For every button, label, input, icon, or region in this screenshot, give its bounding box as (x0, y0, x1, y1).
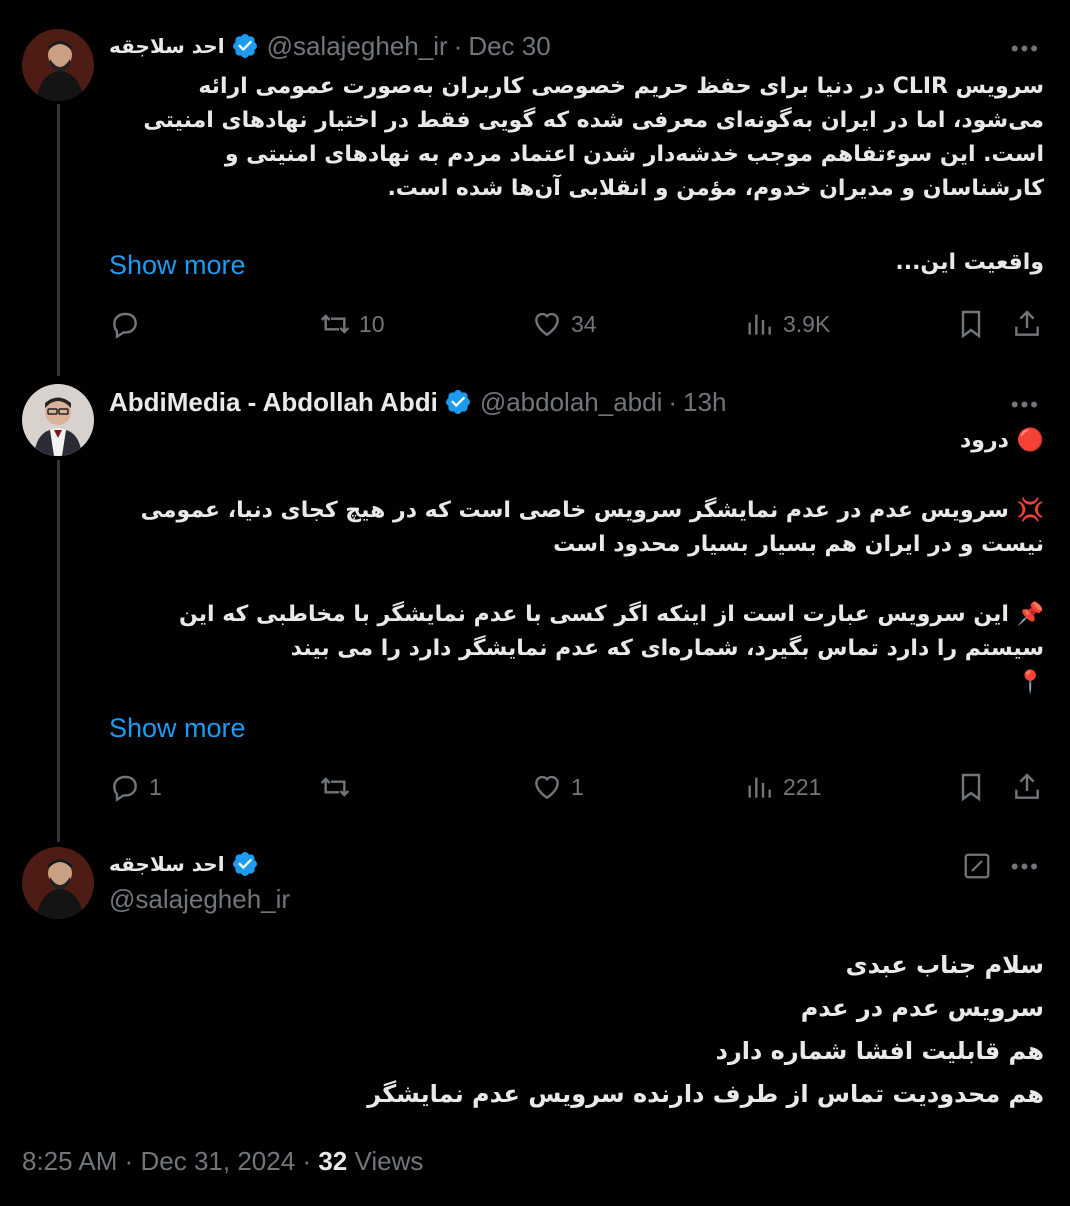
author-name[interactable]: AbdiMedia - Abdollah Abdi (109, 387, 438, 418)
retweet-icon (320, 314, 350, 334)
like-count: 34 (571, 310, 597, 337)
retweet-button[interactable]: 10 (319, 304, 385, 344)
bookmark-icon (961, 773, 981, 802)
bookmark-button[interactable] (955, 304, 987, 344)
tweet-text: سرویس CLIR در دنیا برای حفظ حریم خصوصی ک… (109, 70, 1044, 280)
tweet-text: 🔴 درود 💢 سرویس عدم در عدم نمایشگر سرویس … (109, 424, 1044, 700)
reply-button[interactable] (109, 304, 149, 344)
tweet-actions: 1 1 221 (109, 767, 1044, 807)
tweet-paragraph: سرویس CLIR در دنیا برای حفظ حریم خصوصی ک… (143, 74, 1044, 201)
tweet-line: هم محدودیت تماس از طرف دارنده سرویس عدم … (367, 1080, 1044, 1108)
author-handle[interactable]: @salajegheh_ir (109, 884, 290, 915)
bookmark-button[interactable] (955, 767, 987, 807)
tweet-2[interactable]: AbdiMedia - Abdollah Abdi @abdolah_abdi … (0, 360, 1070, 830)
retweet-button[interactable] (319, 767, 359, 807)
views-label: Views (354, 1146, 424, 1176)
verified-badge-icon (444, 388, 472, 416)
reply-button[interactable]: 1 (109, 767, 162, 807)
views-count: 3.9K (783, 310, 831, 337)
views-count: 221 (783, 773, 822, 800)
tweet-timestamp[interactable]: 8:25 AM · Dec 31, 2024 (22, 1146, 295, 1176)
separator-dot: · (302, 1146, 312, 1176)
like-button[interactable]: 1 (531, 767, 584, 807)
tweet-line: هم قابلیت افشا شماره دارد (715, 1037, 1044, 1065)
verified-badge-icon (231, 850, 259, 878)
share-icon (1015, 773, 1039, 799)
separator-dot: · (453, 30, 463, 61)
share-icon (1015, 310, 1039, 336)
author-handle[interactable]: @salajegheh_ir (267, 31, 448, 62)
views-button[interactable]: 3.9K (743, 304, 830, 344)
bookmark-icon (961, 310, 981, 339)
like-icon (535, 775, 559, 800)
tweet-paragraph: 📌 این سرویس عبارت است از اینکه اگر کسی ب… (178, 602, 1044, 661)
tweet-paragraph: 🔴 درود (960, 428, 1044, 453)
tweet-header: AbdiMedia - Abdollah Abdi @abdolah_abdi … (109, 384, 726, 420)
reply-icon (113, 312, 137, 339)
avatar[interactable] (22, 29, 94, 101)
views-icon (748, 314, 771, 335)
more-icon[interactable]: ••• (1011, 854, 1040, 880)
like-icon (535, 312, 559, 337)
retweet-icon (320, 777, 350, 797)
show-more-link[interactable]: Show more (109, 713, 246, 744)
share-button[interactable] (1011, 767, 1043, 807)
author-name[interactable]: احد سلاجقه (109, 34, 225, 58)
avatar[interactable] (22, 384, 94, 456)
tweet-1[interactable]: احد سلاجقه @salajegheh_ir · Dec 30 ••• س… (0, 0, 1070, 360)
author-handle[interactable]: @abdolah_abdi (480, 387, 663, 418)
tweet-text: سلام جناب عبدی سرویس عدم در عدم هم قابلی… (109, 944, 1044, 1116)
reply-count: 1 (149, 773, 162, 800)
views-icon (748, 777, 771, 798)
more-icon[interactable]: ••• (1011, 392, 1040, 418)
like-button[interactable]: 34 (531, 304, 597, 344)
edit-icon[interactable] (962, 851, 992, 886)
retweet-count: 10 (359, 310, 385, 337)
more-icon[interactable]: ••• (1011, 36, 1040, 62)
tweet-paragraph: 📍 (1016, 670, 1044, 695)
tweet-header: احد سلاجقه (109, 846, 267, 882)
share-button[interactable] (1011, 304, 1043, 344)
tweet-time[interactable]: Dec 30 (468, 31, 550, 62)
tweet-meta: 8:25 AM · Dec 31, 2024 · 32 Views (22, 1146, 423, 1177)
tweet-line: سرویس عدم در عدم (800, 994, 1044, 1022)
show-more-link[interactable]: Show more (109, 250, 246, 281)
separator-dot: · (668, 386, 678, 417)
views-count: 32 (318, 1146, 348, 1176)
tweet-time[interactable]: 13h (683, 387, 726, 418)
tweet-header: احد سلاجقه @salajegheh_ir · Dec 30 (109, 28, 551, 64)
verified-badge-icon (231, 32, 259, 60)
author-name[interactable]: احد سلاجقه (109, 852, 225, 876)
tweet-paragraph: 💢 سرویس عدم در عدم نمایشگر سرویس خاصی اس… (140, 498, 1044, 557)
tweet-paragraph: واقعیت این... (895, 250, 1044, 275)
reply-icon (113, 775, 137, 802)
avatar[interactable] (22, 847, 94, 919)
like-count: 1 (571, 773, 584, 800)
tweet-line: سلام جناب عبدی (845, 951, 1044, 979)
tweet-actions: 10 34 3.9K (109, 304, 1044, 344)
views-button[interactable]: 221 (743, 767, 821, 807)
